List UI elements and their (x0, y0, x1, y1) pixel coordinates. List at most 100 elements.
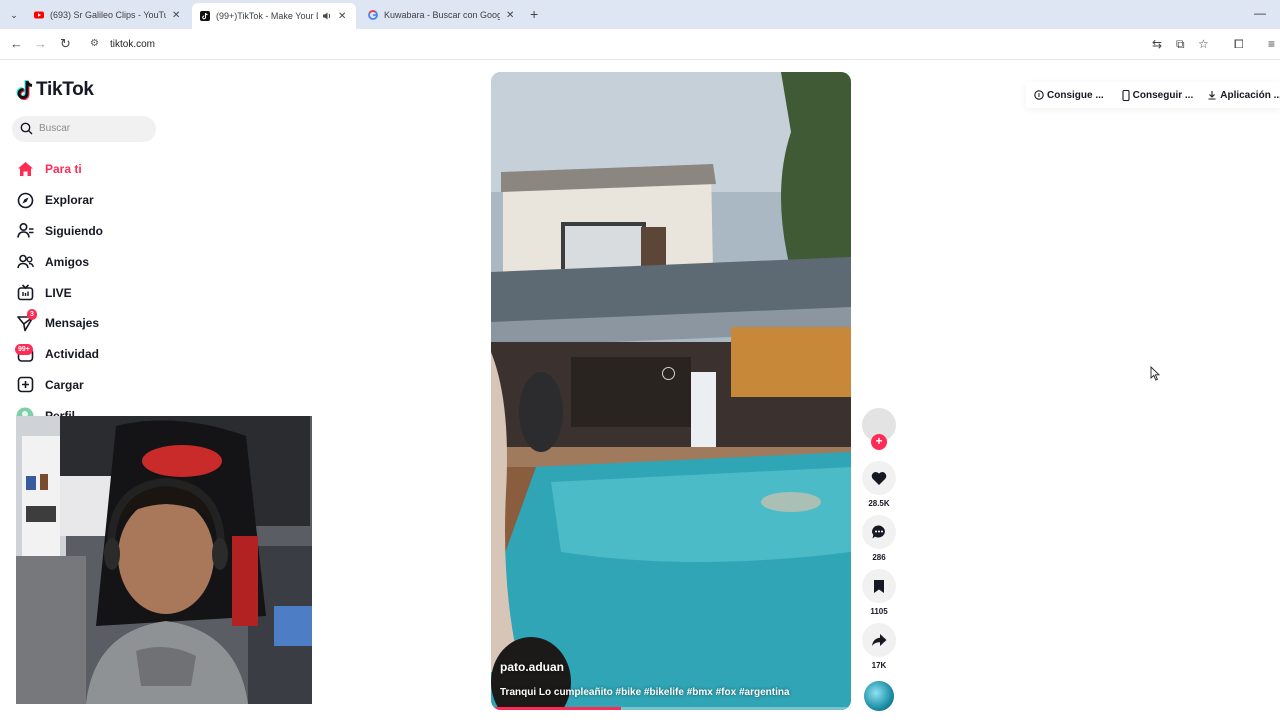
save-action: 1105 (861, 569, 897, 617)
video-progress-bar[interactable] (491, 707, 621, 710)
webcam-streamer-image (16, 416, 312, 704)
new-tab-button[interactable]: + (530, 6, 538, 22)
translate-icon[interactable]: ⇆ (1152, 37, 1162, 51)
logo-text: TikTok (36, 79, 94, 100)
video-author[interactable]: pato.aduan (500, 660, 564, 674)
tab-search-button[interactable]: ⌄ (6, 7, 22, 23)
music-disc-icon[interactable] (864, 681, 894, 711)
like-count: 28.5K (868, 499, 890, 508)
webcam-overlay (16, 416, 312, 704)
close-tab-icon[interactable]: ✕ (172, 10, 180, 21)
tab-title: Kuwabara - Buscar con Google (384, 10, 500, 20)
video-frame-image (491, 72, 851, 710)
search-input[interactable]: Buscar (12, 116, 156, 142)
download-app-link[interactable]: Aplicación ... (1207, 90, 1280, 101)
sidebar-item-label: Amigos (45, 254, 90, 269)
save-count: 1105 (870, 607, 888, 616)
menu-icon[interactable]: ≡ (1268, 37, 1275, 51)
video-player[interactable]: pato.aduan Tranqui Lo cumpleañito #bike … (491, 72, 851, 710)
save-button[interactable] (862, 569, 896, 603)
messages-icon: 3 (16, 309, 37, 332)
sidebar-nav: Para ti Explorar Siguiendo Amigos LIVE 3… (15, 154, 216, 431)
url-field[interactable]: ⚙ tiktok.com (86, 34, 1144, 56)
video-actions: + 28.5K 286 1105 17K (861, 408, 897, 711)
upload-icon (16, 376, 34, 394)
get-app-link[interactable]: Conseguir ... (1122, 89, 1194, 101)
activity-badge: 99+ (15, 344, 33, 356)
creator-avatar[interactable]: + (862, 408, 896, 450)
url-text: tiktok.com (110, 39, 156, 50)
share-action: 17K (861, 623, 897, 671)
sidebar-item-siguiendo[interactable]: Siguiendo (16, 216, 216, 247)
mouse-cursor-icon (1150, 366, 1160, 381)
sidebar-item-label: Siguiendo (45, 223, 103, 238)
tab-title: (693) Sr Galileo Clips - YouTube (50, 10, 166, 20)
sidebar-item-actividad[interactable]: 99+ Actividad (15, 339, 216, 370)
browser-tab-bar: ⌄ (693) Sr Galileo Clips - YouTube ✕ (99… (0, 0, 1280, 29)
video-caption: Tranqui Lo cumpleañito #bike #bikelife #… (500, 687, 790, 698)
forward-button[interactable]: → (34, 36, 47, 51)
sidebar-item-label: LIVE (45, 285, 72, 300)
youtube-icon (34, 11, 44, 19)
speaker-icon[interactable] (322, 11, 332, 21)
home-icon (16, 160, 34, 178)
comment-count: 286 (872, 553, 886, 562)
bookmark-star-icon[interactable]: ☆ (1198, 37, 1209, 51)
tiktok-logo[interactable]: TikTok (16, 79, 94, 101)
like-button[interactable] (862, 461, 896, 495)
comment-action: 286 (861, 515, 897, 563)
sidebar-item-para-ti[interactable]: Para ti (16, 154, 216, 185)
site-info-icon[interactable]: ⚙ (90, 38, 99, 49)
coin-icon (1034, 90, 1044, 100)
share-button[interactable] (862, 623, 896, 657)
sidebar-item-explorar[interactable]: Explorar (16, 185, 216, 216)
compass-icon (16, 191, 34, 209)
share-icon (872, 634, 887, 646)
friends-icon (16, 253, 34, 271)
tab-youtube[interactable]: (693) Sr Galileo Clips - YouTube ✕ (26, 4, 188, 26)
comment-button[interactable] (862, 515, 896, 549)
loading-spinner (662, 367, 675, 380)
sidebar-item-live[interactable]: LIVE (16, 277, 216, 308)
tiktok-note-icon (16, 80, 33, 101)
bookmark-icon (874, 579, 884, 593)
top-link-label: Aplicación ... (1220, 89, 1280, 101)
sidebar-item-amigos[interactable]: Amigos (16, 246, 216, 277)
install-app-icon[interactable]: ⧉ (1176, 37, 1185, 52)
close-tab-icon[interactable]: ✕ (506, 10, 514, 21)
live-icon (16, 284, 34, 302)
messages-badge: 3 (27, 309, 37, 321)
close-tab-icon[interactable]: ✕ (338, 11, 346, 22)
address-bar-row: ← → ↻ ⚙ tiktok.com ⇆ ⧉ ☆ ⧠ ≡ (0, 29, 1280, 60)
like-action: 28.5K (861, 461, 897, 509)
following-icon (16, 222, 34, 240)
heart-icon (871, 471, 887, 485)
sidebar-item-cargar[interactable]: Cargar (16, 370, 216, 401)
tiktok-icon (200, 11, 210, 21)
sidebar-item-label: Actividad (45, 347, 100, 362)
reload-button[interactable]: ↻ (60, 36, 71, 52)
sidebar-item-label: Mensajes (45, 316, 100, 331)
tab-title: (99+)TikTok - Make Your Day (216, 11, 318, 21)
follow-plus-icon[interactable]: + (871, 434, 887, 450)
google-icon (368, 10, 378, 20)
search-icon (20, 122, 33, 135)
tab-tiktok[interactable]: (99+)TikTok - Make Your Day ✕ (192, 3, 356, 29)
top-link-label: Conseguir ... (1132, 89, 1194, 101)
back-button[interactable]: ← (10, 36, 23, 51)
top-link-label: Consigue ... (1047, 89, 1104, 101)
sidebar-item-label: Para ti (45, 162, 82, 177)
share-count: 17K (871, 661, 887, 670)
get-coins-link[interactable]: Consigue ... (1034, 90, 1104, 101)
top-links: Consigue ... Conseguir ... Aplicación ..… (1026, 82, 1280, 108)
comment-icon (872, 525, 885, 539)
extensions-icon[interactable]: ⧠ (1234, 37, 1244, 52)
sidebar-item-mensajes[interactable]: 3 Mensajes (16, 308, 216, 339)
sidebar-item-label: Cargar (45, 377, 84, 392)
search-placeholder: Buscar (39, 123, 71, 134)
activity-icon: 99+ (15, 344, 34, 363)
sidebar-item-label: Explorar (45, 193, 94, 208)
minimize-window-button[interactable]: — (1254, 6, 1266, 20)
tab-google[interactable]: Kuwabara - Buscar con Google ✕ (360, 4, 522, 26)
phone-icon (1122, 89, 1130, 101)
